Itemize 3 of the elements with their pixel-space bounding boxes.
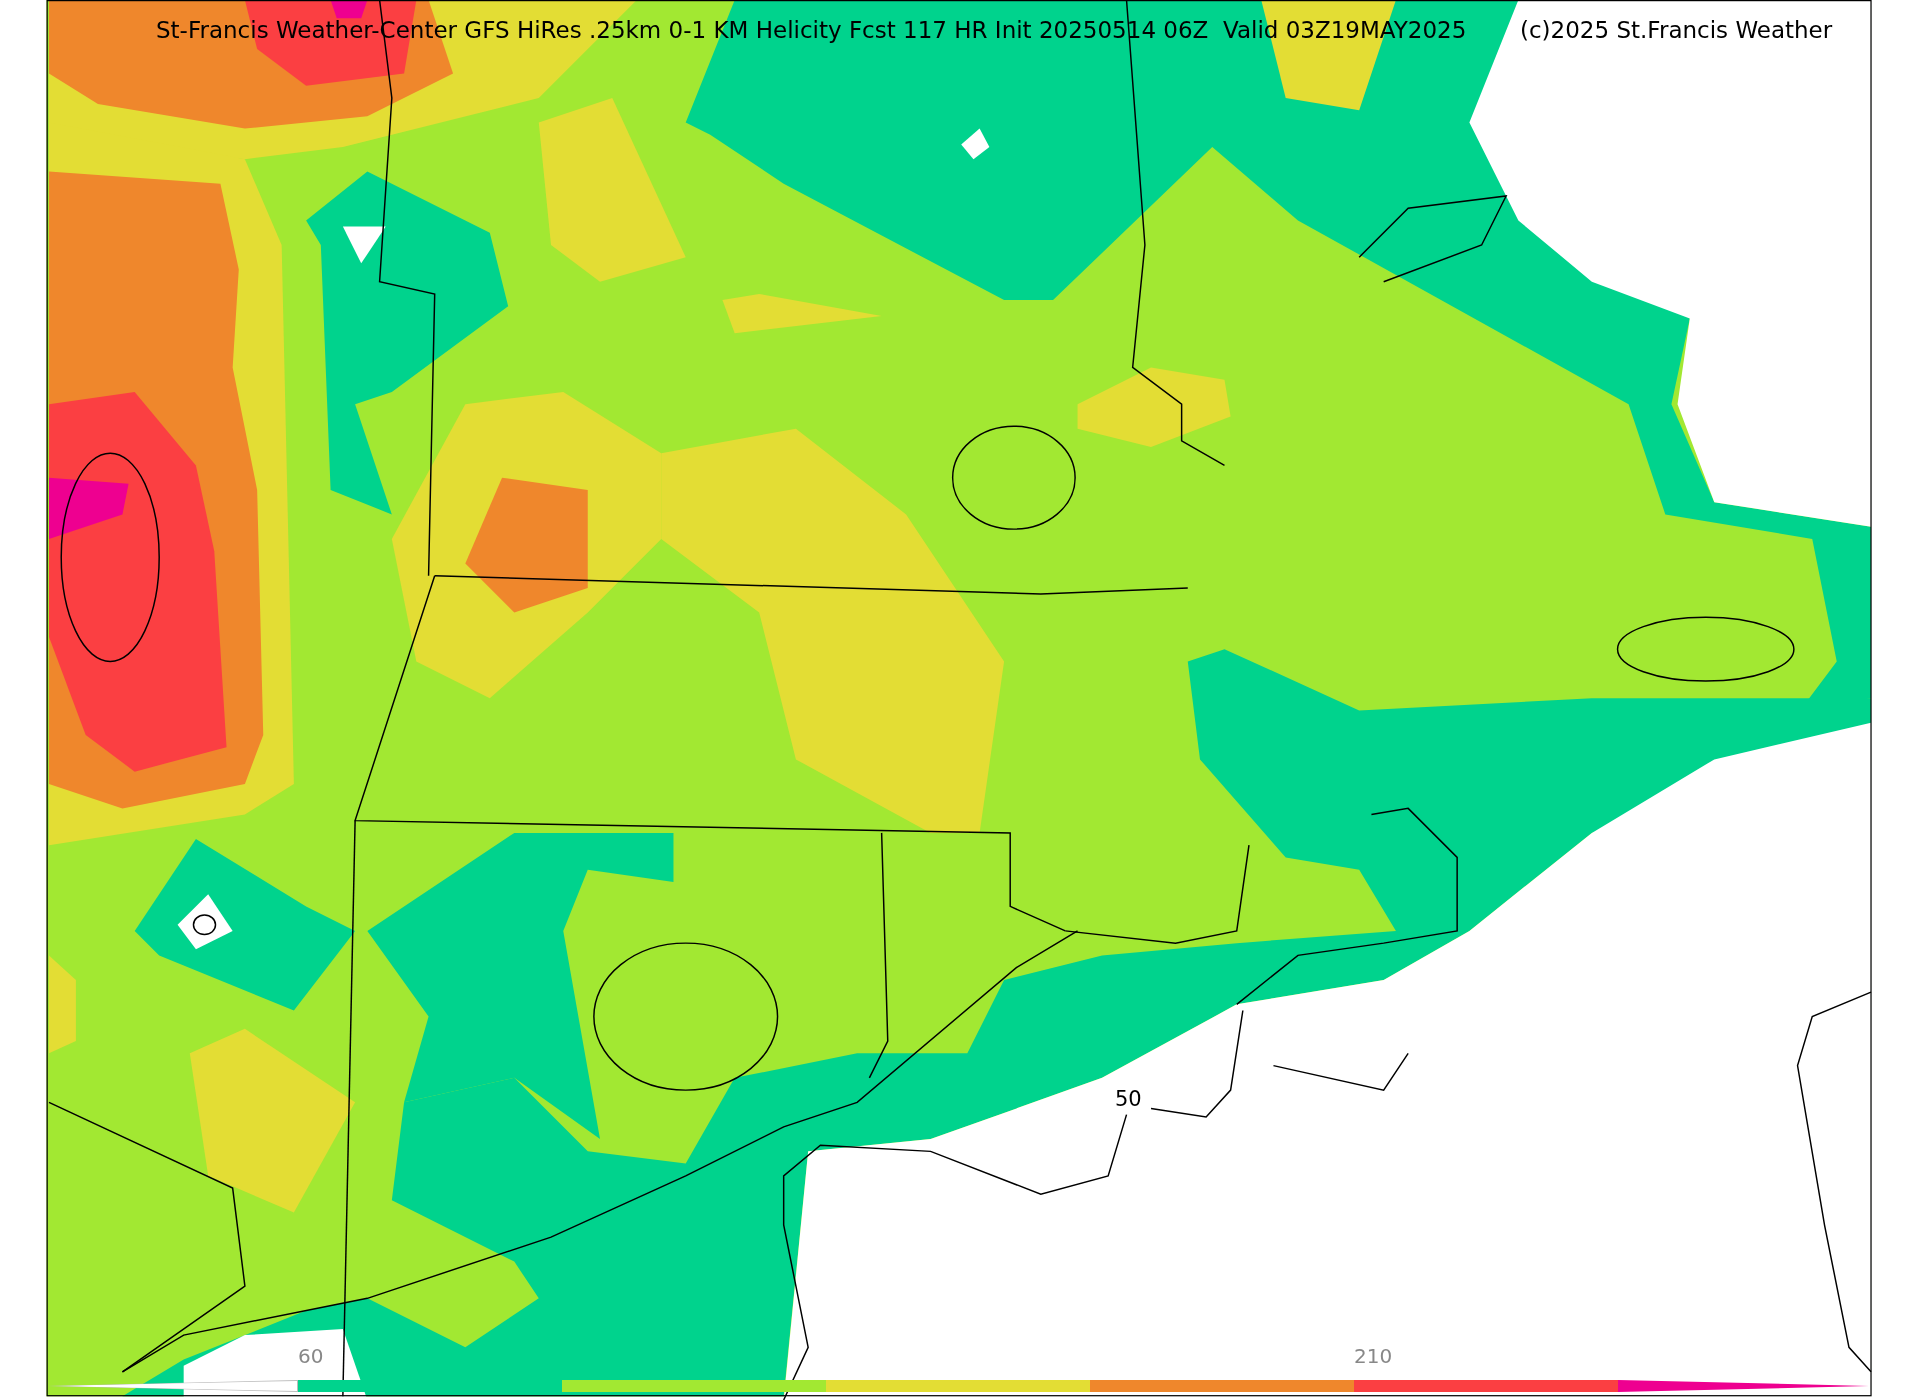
copyright-text: (c)2025 St.Francis Weather: [1520, 18, 1833, 44]
colorbar-tick-label: 210: [1354, 1346, 1393, 1366]
colorbar-tick-label: 60: [298, 1346, 324, 1366]
